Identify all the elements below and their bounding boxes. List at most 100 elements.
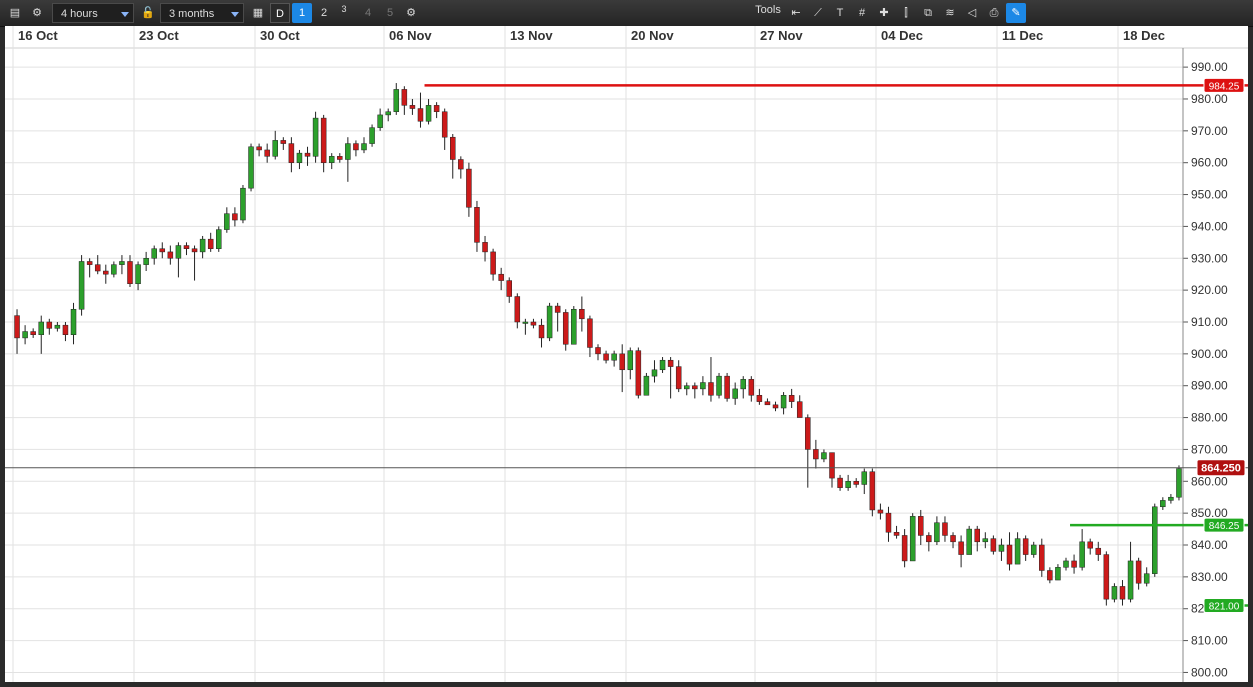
text-tool-icon[interactable]: T xyxy=(830,3,850,23)
candle-up xyxy=(821,452,827,460)
candle-up xyxy=(684,385,690,390)
print-icon[interactable]: ⎙ xyxy=(984,3,1004,23)
lock-icon[interactable]: 🔓 xyxy=(138,3,158,23)
candle-up xyxy=(393,89,400,112)
candle-up xyxy=(119,261,125,265)
candle-down xyxy=(264,149,270,157)
candle-down xyxy=(950,535,956,543)
y-axis-tick-label: 810.00 xyxy=(1191,634,1228,648)
candle-up xyxy=(272,140,278,157)
candle-down xyxy=(772,404,779,409)
candle-up xyxy=(111,264,117,275)
candle-up xyxy=(1030,544,1037,555)
candle-down xyxy=(805,417,811,450)
range-select[interactable]: 3 months xyxy=(160,3,244,23)
y-axis-tick-label: 990.00 xyxy=(1191,60,1228,74)
price-chart[interactable]: 990.00 980.00 970.00 960.00 950.00 940.00 930.… xyxy=(5,26,1248,682)
candle-down xyxy=(756,395,763,402)
candle-icon[interactable]: ⫿ xyxy=(896,3,916,23)
crosshair-icon[interactable]: ✚ xyxy=(874,3,894,23)
candle-up xyxy=(1014,538,1021,565)
candle-up xyxy=(982,538,989,543)
period-button-1[interactable]: 1 xyxy=(292,3,312,23)
candle-down xyxy=(587,318,593,348)
y-axis-tick-label: 890.00 xyxy=(1191,379,1228,393)
candle-down xyxy=(837,477,843,488)
trend-line-icon[interactable]: ⟋ xyxy=(808,3,828,23)
candle-up xyxy=(1160,500,1166,508)
x-axis-tick-label: 04 Dec xyxy=(881,28,923,43)
level-label: 846.25 xyxy=(1209,521,1240,532)
menu-icon[interactable]: ▤ xyxy=(5,3,25,23)
candle-up xyxy=(1143,573,1150,584)
candle-up xyxy=(716,375,722,396)
candle-down xyxy=(433,105,440,112)
candle-up xyxy=(369,127,375,144)
chart-application: { "toolbar": { "interval": "4 hours", "r… xyxy=(0,0,1253,687)
chart-toolbar: ▤ ⚙ 4 hours 🔓 3 months ▦ D 1 2 3 4 5 ⚙ T… xyxy=(0,0,1253,27)
x-axis-tick-label: 27 Nov xyxy=(760,28,803,43)
candle-down xyxy=(94,264,101,272)
candle-down xyxy=(401,89,408,106)
candle-up xyxy=(377,114,383,128)
candle-down xyxy=(1119,586,1126,600)
candle-down xyxy=(554,305,561,313)
period-button-5[interactable]: 5 xyxy=(380,3,400,23)
candle-down xyxy=(417,108,424,122)
interval-select[interactable]: 4 hours xyxy=(52,3,134,23)
y-axis-tick-label: 860.00 xyxy=(1191,474,1228,488)
candle-down xyxy=(337,156,343,160)
copy-icon[interactable]: ⧉ xyxy=(918,3,938,23)
candle-up xyxy=(143,258,149,265)
candle-down xyxy=(441,111,448,138)
candle-down xyxy=(579,308,585,320)
level-label: 821.00 xyxy=(1209,602,1240,613)
candle-down xyxy=(813,449,819,460)
candle-down xyxy=(458,159,464,170)
candle-up xyxy=(651,369,658,377)
candle-down xyxy=(14,315,20,339)
tools-label: Tools xyxy=(755,4,781,16)
candle-down xyxy=(667,359,674,367)
candle-up xyxy=(700,382,706,390)
candle-down xyxy=(320,117,327,163)
candle-up xyxy=(78,261,85,310)
candle-up xyxy=(22,331,28,339)
fibonacci-icon[interactable]: ≋ xyxy=(940,3,960,23)
candle-up xyxy=(135,264,141,285)
y-axis-tick-label: 940.00 xyxy=(1191,219,1228,233)
candle-down xyxy=(474,207,480,243)
magic-tool-icon[interactable]: ✎ xyxy=(1006,3,1026,23)
candle-up xyxy=(385,111,391,116)
period-button-d[interactable]: D xyxy=(270,3,290,23)
x-axis-tick-label: 30 Oct xyxy=(260,28,300,43)
y-axis-tick-label: 970.00 xyxy=(1191,124,1228,138)
gear-icon[interactable]: ⚙ xyxy=(27,3,47,23)
period-button-4[interactable]: 4 xyxy=(358,3,378,23)
y-axis-tick-label: 960.00 xyxy=(1191,156,1228,170)
candle-down xyxy=(853,481,859,485)
candle-up xyxy=(571,308,577,345)
y-axis-tick-label: 930.00 xyxy=(1191,251,1228,265)
period-button-2[interactable]: 2 xyxy=(314,3,334,23)
candle-up xyxy=(627,350,634,371)
candle-down xyxy=(635,350,642,396)
candle-down xyxy=(748,379,755,396)
x-axis-tick-label: 13 Nov xyxy=(510,28,553,43)
grid-icon[interactable]: # xyxy=(852,3,872,23)
candle-down xyxy=(490,251,496,275)
candle-up xyxy=(1127,560,1134,600)
x-axis-tick-label: 16 Oct xyxy=(18,28,58,43)
candle-down xyxy=(675,366,682,390)
candle-up xyxy=(1111,586,1118,600)
calendar-icon[interactable]: ▦ xyxy=(248,3,268,23)
candle-down xyxy=(103,270,109,275)
period-button-3[interactable]: 3 xyxy=(334,3,354,23)
candle-down xyxy=(514,296,521,323)
settings-icon[interactable]: ⚙ xyxy=(401,3,421,23)
label-icon[interactable]: ◁ xyxy=(962,3,982,23)
candle-up xyxy=(611,353,617,361)
back-arrow-icon[interactable]: ⇤ xyxy=(786,3,806,23)
candle-up xyxy=(1055,567,1061,581)
candle-down xyxy=(1135,560,1142,584)
